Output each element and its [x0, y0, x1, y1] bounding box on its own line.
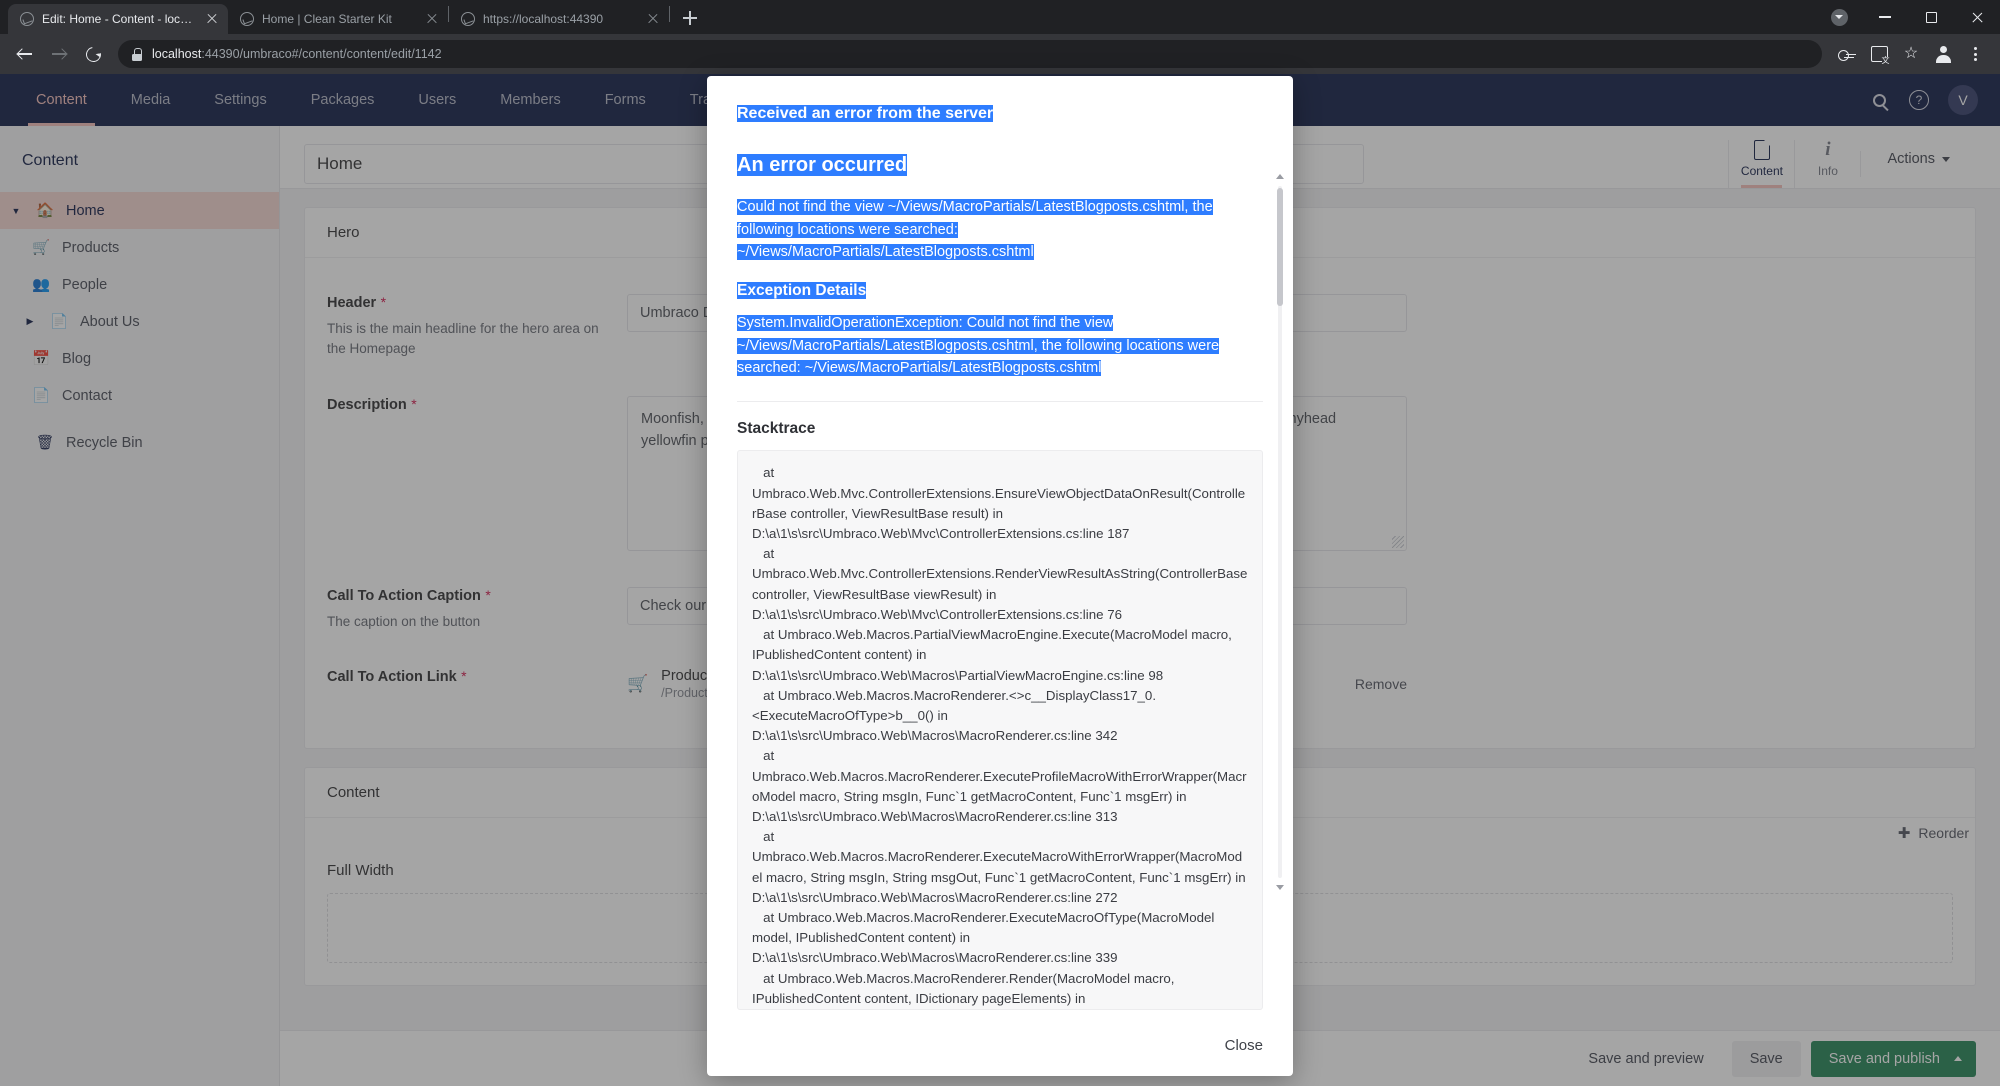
minimize-icon[interactable]	[1862, 0, 1908, 34]
error-heading: An error occurred	[737, 151, 1263, 180]
url-host: localhost	[152, 47, 202, 61]
error-dialog-body: Received an error from the server An err…	[707, 76, 1293, 1014]
error-title-text: Received an error from the server	[737, 105, 994, 122]
close-icon[interactable]	[204, 11, 220, 27]
window-close-icon[interactable]	[1954, 0, 2000, 34]
scroll-down-arrow-icon[interactable]	[1276, 885, 1284, 890]
maximize-icon[interactable]	[1908, 0, 1954, 34]
stacktrace-box[interactable]: at Umbraco.Web.Mvc.ControllerExtensions.…	[737, 450, 1263, 1011]
bookmark-star-icon[interactable]: ☆	[1896, 39, 1926, 69]
tab-favicon	[240, 12, 254, 26]
translate-icon[interactable]	[1864, 39, 1894, 69]
browser-tab-1[interactable]: Edit: Home - Content - localhost	[8, 4, 228, 34]
address-bar[interactable]: localhost:44390/umbraco#/content/content…	[118, 40, 1822, 68]
new-tab-button[interactable]	[676, 4, 704, 32]
browser-tab-2[interactable]: Home | Clean Starter Kit	[228, 4, 448, 34]
exception-details: System.InvalidOperationException: Could …	[737, 312, 1263, 379]
browser-toolbar: localhost:44390/umbraco#/content/content…	[0, 34, 2000, 74]
error-dialog-footer: Close	[707, 1014, 1293, 1076]
error-heading-text: An error occurred	[737, 154, 908, 177]
error-message: Could not find the view ~/Views/MacroPar…	[737, 196, 1263, 263]
exception-details-text: System.InvalidOperationException: Could …	[737, 315, 1220, 376]
browser-window: Edit: Home - Content - localhost Home | …	[0, 0, 2000, 1086]
divider	[737, 401, 1263, 403]
scroll-up-arrow-icon[interactable]	[1276, 174, 1284, 179]
close-icon[interactable]	[645, 11, 661, 27]
profile-chevron-icon[interactable]	[1816, 0, 1862, 34]
browser-tab-3[interactable]: https://localhost:44390	[449, 4, 669, 34]
exception-details-heading-text: Exception Details	[737, 281, 867, 299]
tab-favicon	[461, 12, 475, 26]
modal-scrollbar[interactable]	[1275, 172, 1285, 892]
window-controls	[1816, 0, 2000, 34]
error-message-line1: Could not find the view ~/Views/MacroPar…	[737, 199, 1213, 238]
profile-icon[interactable]	[1928, 39, 1958, 69]
stacktrace-label: Stacktrace	[737, 420, 816, 438]
tab-title: Home | Clean Starter Kit	[262, 12, 392, 26]
password-key-icon[interactable]	[1832, 39, 1862, 69]
forward-icon[interactable]	[44, 39, 74, 69]
browser-menu-icon[interactable]	[1960, 39, 1990, 69]
toolbar-right-icons: ☆	[1832, 39, 1990, 69]
error-dialog-title: Received an error from the server	[737, 102, 1263, 125]
close-icon[interactable]	[424, 11, 440, 27]
url-path: :44390/umbraco#/content/content/edit/114…	[201, 47, 442, 61]
error-dialog: Received an error from the server An err…	[707, 76, 1293, 1076]
exception-details-heading: Exception Details	[737, 280, 1263, 302]
reload-icon[interactable]	[78, 39, 108, 69]
tab-favicon	[20, 12, 34, 26]
error-message-line2: ~/Views/MacroPartials/LatestBlogposts.cs…	[737, 244, 1034, 261]
lock-icon	[132, 47, 142, 61]
close-button[interactable]: Close	[1225, 1037, 1263, 1054]
tab-title: Edit: Home - Content - localhost	[42, 12, 196, 26]
scrollbar-thumb[interactable]	[1277, 188, 1283, 306]
tab-divider	[669, 5, 670, 22]
tab-title: https://localhost:44390	[483, 12, 604, 26]
browser-tabstrip: Edit: Home - Content - localhost Home | …	[0, 0, 2000, 34]
back-icon[interactable]	[10, 39, 40, 69]
